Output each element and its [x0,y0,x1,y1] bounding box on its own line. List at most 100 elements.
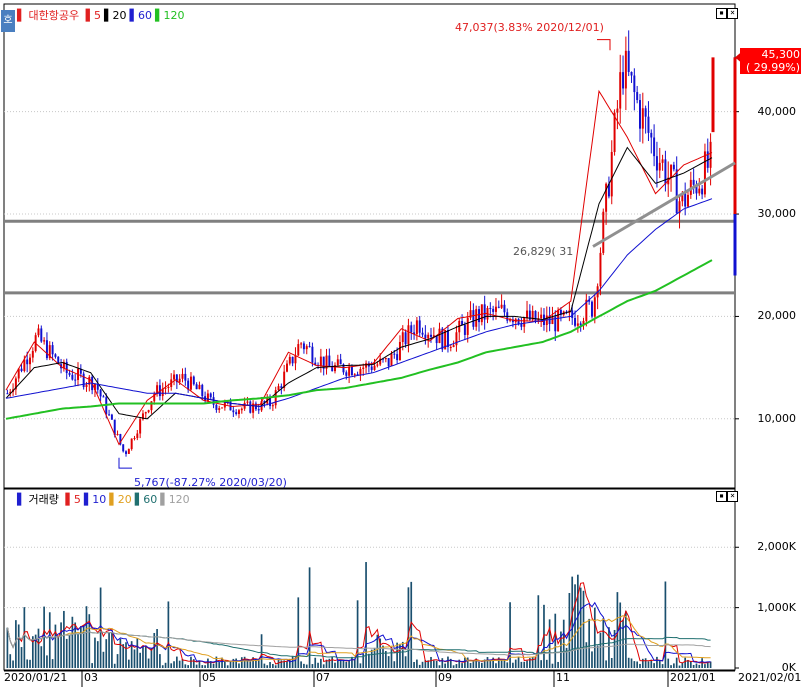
candle-body [294,355,297,364]
candle-body [184,373,187,381]
volume-legend: ▌ 거래량 ▌5 ▌10 ▌20 ▌60 ▌120 [17,493,196,506]
candle-body [249,401,252,413]
candle-body [339,359,342,365]
candle-body [122,444,125,452]
candle-body [189,376,192,390]
candle-body [257,409,260,411]
legend-ma-120: 120 [163,9,185,22]
candle-body [494,306,497,312]
candle-body [672,164,675,170]
candle-body [557,309,560,332]
x-tick-label: 2021/02/01 [738,671,801,684]
candle-body [463,324,466,335]
legend-marker: ▌ [17,493,26,506]
candle-body [173,374,176,380]
candle-body [232,410,235,413]
candle-body [139,419,142,434]
volume-tick-label: 1,000K [757,600,796,614]
candle-body [212,397,215,405]
candle-body [116,434,119,436]
candle-body [407,325,410,345]
candle-body [520,323,523,327]
candle-body [418,320,421,333]
price-tick-label: 30,000 [757,207,797,221]
candle-body [653,137,656,157]
candle-body [446,329,449,348]
candle-body [353,374,356,376]
volume-tick-label: 2,000K [757,540,796,554]
candle-body [393,353,396,355]
candle-body [206,393,209,401]
candle-body [430,334,433,337]
candle-body [616,108,619,113]
candle-body [288,356,291,364]
candle-body [415,320,418,335]
candle-body [215,404,218,410]
candle-body [452,345,455,347]
candle-body [644,108,647,117]
x-tick-label: 11 [556,671,570,684]
candle-body [692,179,695,185]
candle-body [655,156,658,171]
candle-body [478,309,481,323]
candle-body [396,354,399,361]
candle-body [438,328,441,344]
candle-body [201,384,204,397]
legend-ma-marker: ▌ [109,493,118,506]
high-annotation: 47,037(3.83% 2020/12/01) [455,21,604,34]
candle-body [619,72,622,109]
candle-body [319,356,322,366]
candle-body [590,301,593,317]
candle-body [271,405,274,407]
candle-body [45,340,48,359]
candle-body [291,356,294,364]
candle-body [599,252,602,287]
candle-body [147,410,150,413]
legend-name: 대한항공우 [28,9,80,22]
candle-body [302,343,305,350]
legend-ma-60: 60 [137,9,152,22]
candle-body [300,343,303,345]
candle-body [427,334,430,339]
legend-ma-120: 120 [168,493,190,506]
close-button[interactable]: × [727,8,738,19]
candle-body [373,365,376,370]
candle-body [359,368,362,375]
candle-body [68,373,71,375]
candle-body [647,116,650,133]
candle-body [85,384,88,388]
candle-body [424,334,427,339]
candle-body [475,309,478,327]
candle-body [658,162,661,171]
candle-body [472,310,475,327]
side-tab[interactable]: 호 [1,10,15,32]
candle-body [492,308,495,312]
candle-body [365,363,368,368]
legend-name: 거래량 [28,493,59,506]
minimize-button[interactable]: ▪ [716,491,727,502]
candle-body [23,359,26,372]
candle-body [71,374,74,380]
candle-body [178,378,181,383]
candle-body [627,50,630,72]
candle-body [497,306,500,308]
current-price: 45,300 [761,48,801,61]
candle-body [235,412,238,415]
candle-body [192,376,195,385]
price-tick-label: 10,000 [757,411,797,425]
candle-body [240,408,243,411]
candle-body [390,353,393,367]
candle-body [345,372,348,376]
candle-body [362,367,365,369]
candle-body [29,357,31,365]
low-annotation: 5,767(-87.27% 2020/03/20) [134,476,287,489]
candle-body [311,346,314,363]
minimize-button[interactable]: ▪ [716,8,727,19]
x-tick-label: 2020/01/21 [4,671,68,684]
close-button[interactable]: × [727,491,738,502]
candle-body [328,355,331,367]
candle-body [43,340,46,342]
candle-body [670,164,673,178]
legend-ma-5: 5 [94,9,102,22]
candle-body [709,141,712,168]
